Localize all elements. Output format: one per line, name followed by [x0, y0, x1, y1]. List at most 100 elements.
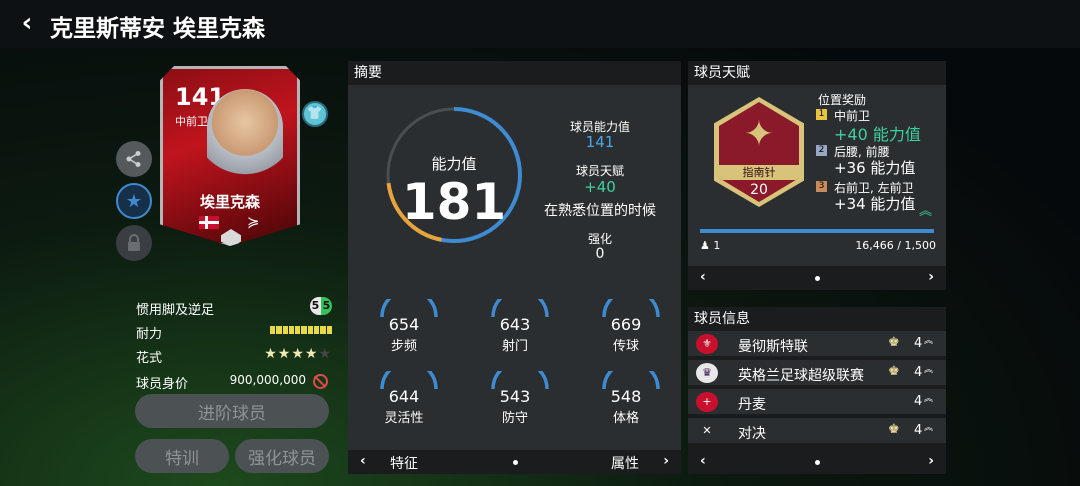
info-row[interactable]: ✕ 对决 ♚ 4 ︽	[688, 418, 946, 445]
talent-badge[interactable]: ✦ 指南针 20	[714, 97, 804, 207]
crown-icon: ♚	[888, 335, 900, 350]
level-up-icon: ︽	[924, 394, 934, 404]
info-row[interactable]: ⚜ 曼彻斯特联 ♚ 4 ︽	[688, 331, 946, 358]
next-arrow-icon[interactable]: ›	[928, 453, 934, 469]
prev-arrow-icon[interactable]: ‹	[700, 453, 706, 469]
compass-star-icon: ✦	[743, 114, 775, 155]
talent-panel: 球员天赋 ✦ 指南针 20 位置奖励 1 中前卫 +40 能力值 2 后腰, 前腰 +36…	[688, 61, 946, 290]
advance-player-button[interactable]: 进阶球员	[135, 394, 329, 428]
info-row[interactable]: + 丹麦 4 ︽	[688, 389, 946, 416]
rank-badge: 2	[816, 145, 827, 156]
stamina-bar	[270, 326, 332, 334]
stamina-segment	[307, 326, 314, 334]
stat-cell[interactable]: 643 射门	[485, 299, 555, 357]
skills-label: 花式	[136, 351, 163, 366]
info-level: 4	[914, 423, 923, 438]
talent-footer: ‹ ›	[688, 266, 946, 290]
page-dot	[815, 276, 820, 281]
skill-star-icon: ★	[277, 346, 292, 362]
training-button[interactable]: 特训	[135, 439, 229, 473]
talent-badge-name: 指南针	[719, 165, 799, 180]
stat-cell[interactable]: 543 防守	[485, 371, 555, 429]
skills-row: 花式 ★★★★★	[136, 344, 332, 366]
info-text: 丹麦	[738, 397, 766, 413]
next-arrow-icon[interactable]: ›	[663, 453, 669, 469]
stamina-segment	[301, 326, 307, 334]
stat-value: 644	[388, 387, 420, 406]
level-up-icon: ︽	[924, 336, 934, 346]
back-button[interactable]: ‹	[14, 10, 40, 38]
stat-cell[interactable]: 654 步频	[374, 299, 444, 357]
bonus-value: +40 能力值	[834, 125, 921, 144]
stat-label: 射门	[501, 339, 528, 354]
crown-icon: ♚	[888, 422, 900, 437]
stamina-segment	[295, 326, 301, 334]
skill-star-icon: ★	[291, 346, 305, 362]
info-text: 曼彻斯特联	[738, 339, 808, 355]
player-portrait	[207, 89, 283, 185]
premier-league-icon: ♛	[696, 363, 718, 383]
stat-label: 体格	[612, 411, 639, 426]
talent-title: 球员天赋	[688, 61, 946, 85]
info-text: 对决	[738, 426, 766, 442]
card-tier-badge-icon	[221, 229, 241, 246]
info-level: 4	[914, 365, 923, 380]
stamina-segment	[282, 326, 288, 334]
traits-tab[interactable]: 特征	[390, 453, 418, 473]
summary-footer: ‹ 特征 属性 ›	[348, 450, 681, 474]
top-bar: ‹ 克里斯蒂安 埃里克森	[0, 0, 1080, 48]
prev-arrow-icon[interactable]: ‹	[360, 453, 366, 469]
talent-desc: 在熟悉位置的时候	[544, 203, 656, 219]
progress-level-value: 1	[713, 239, 721, 252]
user-icon: ♟	[700, 239, 710, 252]
stamina-segment	[270, 326, 276, 334]
bonus-value: +36 能力值	[834, 159, 916, 177]
prev-arrow-icon[interactable]: ‹	[700, 269, 706, 285]
stat-value: 548	[610, 387, 642, 406]
lock-icon	[128, 234, 140, 251]
talent-badge-level: 20	[750, 182, 768, 198]
man-utd-crest-icon: ⚜	[696, 334, 718, 354]
player-card[interactable]: 141 中前卫 埃里克森 ≽	[160, 66, 300, 246]
stamina-segment	[326, 326, 332, 334]
enhance-label: 强化	[587, 232, 612, 246]
level-up-icon: ︽	[924, 423, 934, 433]
stat-value: 669	[610, 315, 642, 334]
enhance-value: 0	[595, 246, 605, 262]
upgrade-icon: ︽	[918, 204, 932, 219]
talent-progress-bar	[700, 229, 934, 233]
weak-foot-row: 惯用脚及逆足 5 5	[136, 296, 332, 318]
stamina-segment	[288, 326, 295, 334]
rank-badge: 1	[816, 109, 827, 120]
info-row[interactable]: ♛ 英格兰足球超级联赛 ♚ 4 ︽	[688, 360, 946, 387]
share-icon	[126, 151, 141, 167]
stat-value: 643	[499, 315, 531, 334]
attributes-tab[interactable]: 属性	[611, 453, 639, 473]
stat-label: 灵活性	[384, 411, 424, 426]
skill-star-icon: ★	[318, 346, 332, 362]
weak-foot-right: 5	[322, 299, 331, 312]
info-footer: ‹ ›	[688, 450, 946, 474]
rank-badge: 3	[816, 181, 827, 192]
skill-stars: ★★★★★	[264, 346, 332, 362]
stat-cell[interactable]: 644 灵活性	[374, 371, 444, 429]
page-dot	[512, 460, 518, 465]
stamina-segment	[276, 326, 282, 334]
lock-button[interactable]	[116, 225, 152, 261]
next-arrow-icon[interactable]: ›	[928, 269, 934, 285]
info-text: 英格兰足球超级联赛	[738, 368, 864, 384]
favorite-button[interactable]: ★	[116, 183, 152, 219]
share-button[interactable]	[116, 141, 152, 177]
info-level: 4	[914, 336, 923, 351]
weak-foot-label: 惯用脚及逆足	[136, 303, 215, 318]
page-dot	[815, 460, 820, 465]
stat-cell[interactable]: 548 体格	[596, 371, 666, 429]
card-name: 埃里克森	[199, 193, 260, 211]
enhance-player-button[interactable]: 强化球员	[235, 439, 329, 473]
level-up-icon: ︽	[924, 365, 934, 375]
stat-label: 步频	[390, 339, 417, 354]
crown-icon: ♚	[888, 364, 900, 379]
stat-cell[interactable]: 669 传球	[596, 299, 666, 357]
shirt-icon[interactable]: 👕	[302, 101, 328, 127]
page-title: 克里斯蒂安 埃里克森	[50, 16, 266, 42]
